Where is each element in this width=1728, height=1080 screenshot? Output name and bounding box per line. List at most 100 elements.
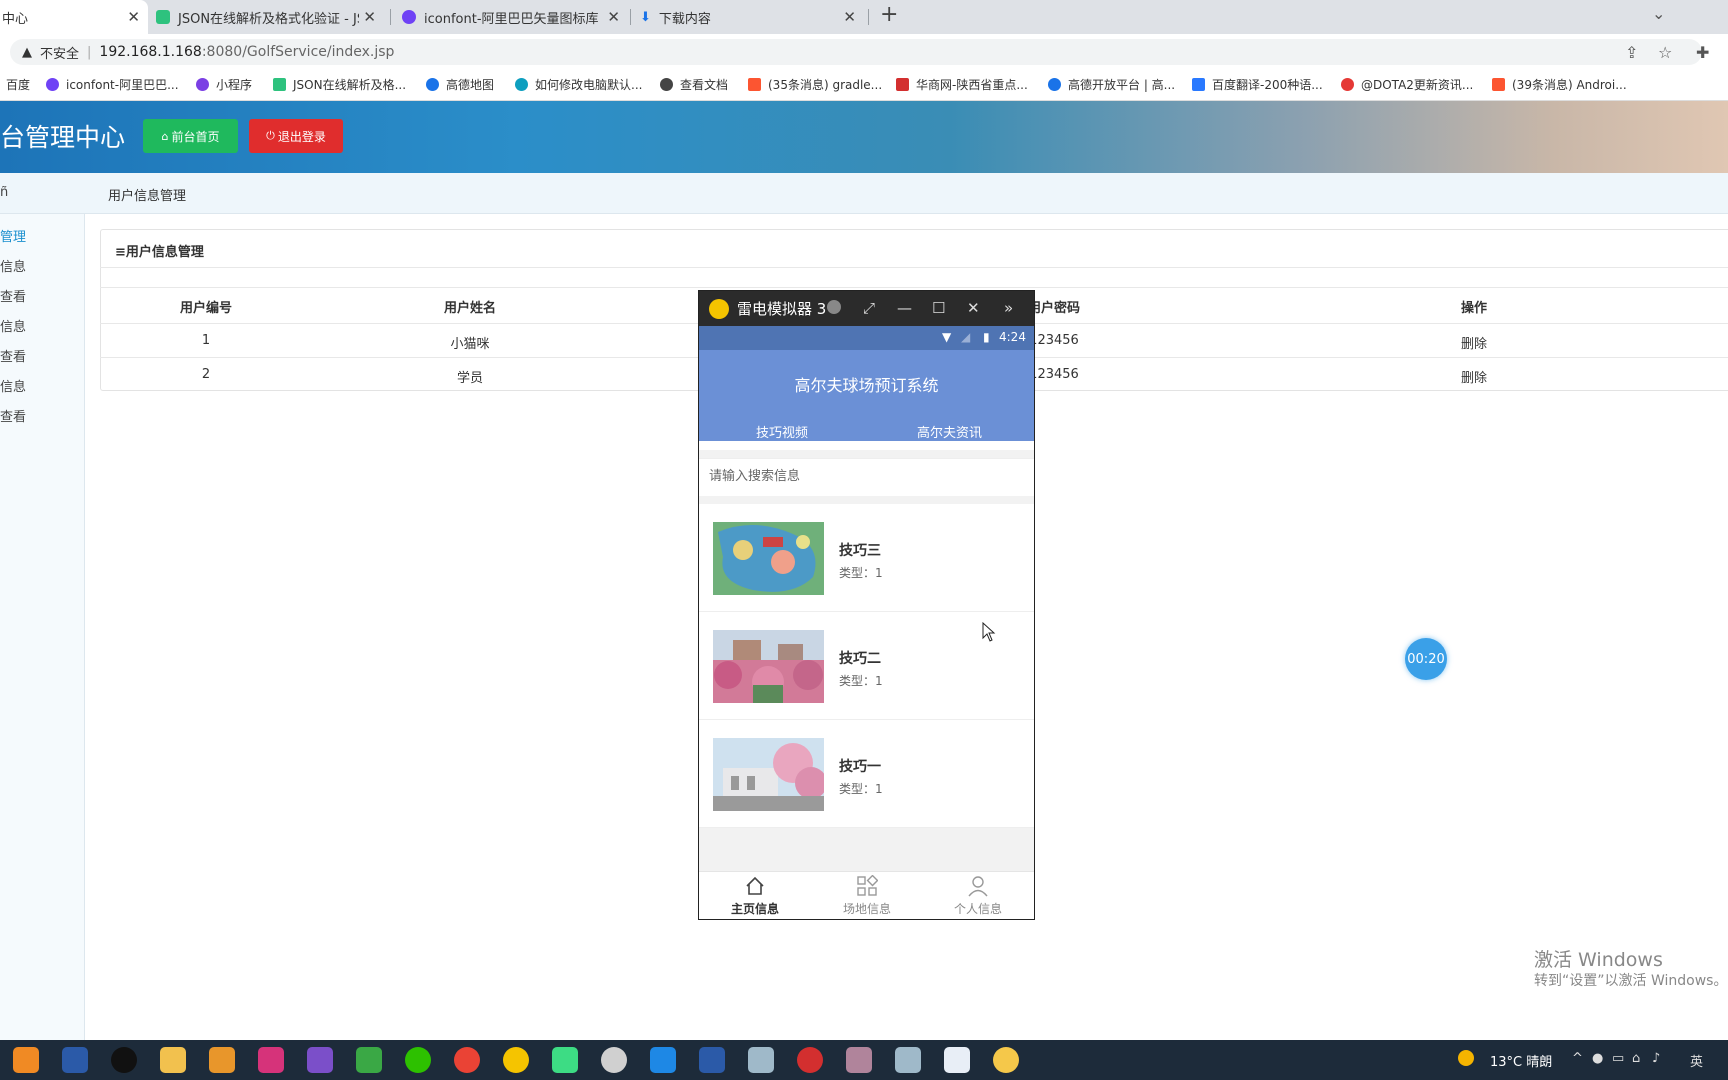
bookmark-label: (39条消息) Androi...	[1512, 78, 1627, 92]
emoji-app-icon[interactable]	[993, 1047, 1019, 1073]
notepad-icon[interactable]	[895, 1047, 921, 1073]
bookmark-item[interactable]: 百度	[6, 76, 30, 93]
home-button-label: 前台首页	[171, 129, 220, 144]
visual-studio-icon[interactable]	[307, 1047, 333, 1073]
emulator-logo-icon	[709, 298, 729, 319]
tab-separator	[868, 9, 869, 25]
fullscreen-icon[interactable]: ⤢	[863, 299, 875, 317]
bookmark-star-icon[interactable]: ☆	[1658, 43, 1672, 62]
tab-downloads[interactable]: ⬇ 下载内容 ✕	[640, 0, 864, 34]
bookmark-item[interactable]: JSON在线解析及格...	[273, 76, 406, 93]
security-label: 不安全	[40, 46, 80, 62]
list-item[interactable]: 技巧一 类型：1	[699, 720, 1034, 828]
tab-strip: 中心 ✕ JSON在线解析及格式化验证 - JS ✕ iconfont-阿里巴巴…	[0, 0, 1728, 34]
bookmark-item[interactable]: (39条消息) Androi...	[1492, 76, 1627, 93]
network-icon[interactable]: ⌂	[1632, 1051, 1640, 1066]
bookmark-item[interactable]: @DOTA2更新资讯...	[1341, 76, 1473, 93]
bookmark-item[interactable]: iconfont-阿里巴巴...	[46, 76, 179, 93]
chat-icon[interactable]	[601, 1047, 627, 1073]
warning-icon: ▲	[22, 44, 32, 60]
tray-expand-icon[interactable]: ^	[1572, 1051, 1583, 1066]
bookmark-item[interactable]: 百度翻译-200种语...	[1192, 76, 1323, 93]
input-method-label[interactable]: 英	[1690, 1051, 1703, 1070]
close-icon[interactable]: ✕	[843, 8, 856, 26]
delete-link[interactable]: 删除	[1461, 333, 1487, 352]
download-icon: ⬇	[640, 9, 651, 25]
column-header-id: 用户编号	[179, 301, 233, 316]
ldplayer-icon[interactable]	[503, 1047, 529, 1073]
bookmark-item[interactable]: 小程序	[196, 76, 252, 93]
address-bar[interactable]: ▲ 不安全 | 192.168.1.168:8080/GolfService/i…	[10, 39, 1702, 65]
extensions-puzzle-icon[interactable]: ✚	[1696, 43, 1709, 62]
breadcrumb[interactable]: 用户信息管理	[108, 185, 186, 204]
tab-iconfont[interactable]: iconfont-阿里巴巴矢量图标库 ✕	[402, 0, 628, 34]
expand-sidebar-icon[interactable]: »	[1004, 299, 1013, 317]
intellij-icon[interactable]	[258, 1047, 284, 1073]
chrome-icon[interactable]	[454, 1047, 480, 1073]
delete-link[interactable]: 删除	[1461, 367, 1487, 386]
android-studio-icon[interactable]	[552, 1047, 578, 1073]
notepad-icon[interactable]	[748, 1047, 774, 1073]
file-explorer-icon[interactable]	[160, 1047, 186, 1073]
weather-sun-icon	[1458, 1050, 1474, 1066]
bookmark-label: 高德开放平台 | 高...	[1068, 78, 1176, 92]
close-icon[interactable]: ✕	[127, 8, 140, 26]
maximize-icon[interactable]: ☐	[932, 299, 945, 317]
close-icon[interactable]: ✕	[359, 8, 376, 26]
app-green-icon[interactable]	[356, 1047, 382, 1073]
app-launcher-icon[interactable]	[13, 1047, 39, 1073]
bookmark-item[interactable]: 高德开放平台 | 高...	[1048, 76, 1175, 93]
bookmark-item[interactable]: (35条消息) gradle...	[748, 76, 882, 93]
emulator-titlebar[interactable]: 雷电模拟器 3 ⤢ — ☐ ✕ »	[699, 291, 1034, 326]
spacer	[699, 496, 1034, 504]
volume-icon[interactable]: ♪	[1652, 1051, 1660, 1066]
bookmark-item[interactable]: 查看文档	[660, 76, 728, 93]
package-icon[interactable]	[650, 1047, 676, 1073]
sidebar-item[interactable]: 管理	[0, 226, 26, 245]
tab-json[interactable]: JSON在线解析及格式化验证 - JS ✕	[156, 0, 384, 34]
nav-home[interactable]: 主页信息	[699, 872, 811, 919]
netease-music-icon[interactable]	[797, 1047, 823, 1073]
tab-golf-news[interactable]: 高尔夫资讯	[917, 422, 982, 441]
logout-button[interactable]: ⏻ 退出登录	[249, 119, 343, 153]
sidebar-item[interactable]: 信息	[0, 316, 26, 335]
sublime-icon[interactable]	[209, 1047, 235, 1073]
bookmark-item[interactable]: 高德地图	[426, 76, 494, 93]
list-item[interactable]: 技巧三 类型：1	[699, 504, 1034, 612]
sidebar-item[interactable]: 查看	[0, 406, 26, 425]
display-icon[interactable]: ▭	[1612, 1051, 1624, 1066]
sidebar-item[interactable]: 查看	[0, 346, 26, 365]
editor-icon[interactable]	[699, 1047, 725, 1073]
item-thumbnail	[713, 630, 824, 703]
bookmark-item[interactable]: 如何修改电脑默认...	[515, 76, 642, 93]
bookmark-item[interactable]: 华商网-陕西省重点...	[896, 76, 1028, 93]
share-icon[interactable]: ⇪	[1625, 43, 1638, 62]
close-icon[interactable]: ✕	[607, 8, 620, 26]
weather-text[interactable]: 13°C 晴朗	[1490, 1051, 1552, 1070]
qq-icon[interactable]	[111, 1047, 137, 1073]
search-input[interactable]	[707, 468, 1011, 485]
tab-search-chevron-icon[interactable]: ⌄	[1652, 4, 1665, 23]
user-icon	[968, 876, 988, 897]
new-tab-button[interactable]: +	[880, 2, 898, 27]
tab-admin[interactable]: 中心 ✕	[0, 0, 148, 34]
wechat-icon[interactable]	[405, 1047, 431, 1073]
bookmark-label: 小程序	[216, 78, 253, 92]
close-icon[interactable]: ✕	[967, 299, 980, 317]
cell-password: 123456	[1029, 367, 1079, 382]
column-header-password: 用户密码	[1027, 301, 1081, 316]
recording-timer[interactable]: 00:20	[1405, 638, 1447, 680]
wechat-tray-icon[interactable]: ●	[1592, 1051, 1603, 1066]
baidu-netdisk-icon[interactable]	[944, 1047, 970, 1073]
editor-icon[interactable]	[62, 1047, 88, 1073]
home-button[interactable]: ⌂ 前台首页	[143, 119, 238, 153]
nav-profile[interactable]: 个人信息	[922, 872, 1034, 919]
tab-skill-videos[interactable]: 技巧视频	[756, 422, 808, 441]
account-icon[interactable]	[827, 300, 841, 314]
minimize-icon[interactable]: —	[897, 299, 912, 317]
sidebar-item[interactable]: 信息	[0, 376, 26, 395]
sidebar-item[interactable]: 查看	[0, 286, 26, 305]
sidebar-item[interactable]: 信息	[0, 256, 26, 275]
archive-icon[interactable]	[846, 1047, 872, 1073]
nav-venues[interactable]: 场地信息	[811, 872, 923, 919]
